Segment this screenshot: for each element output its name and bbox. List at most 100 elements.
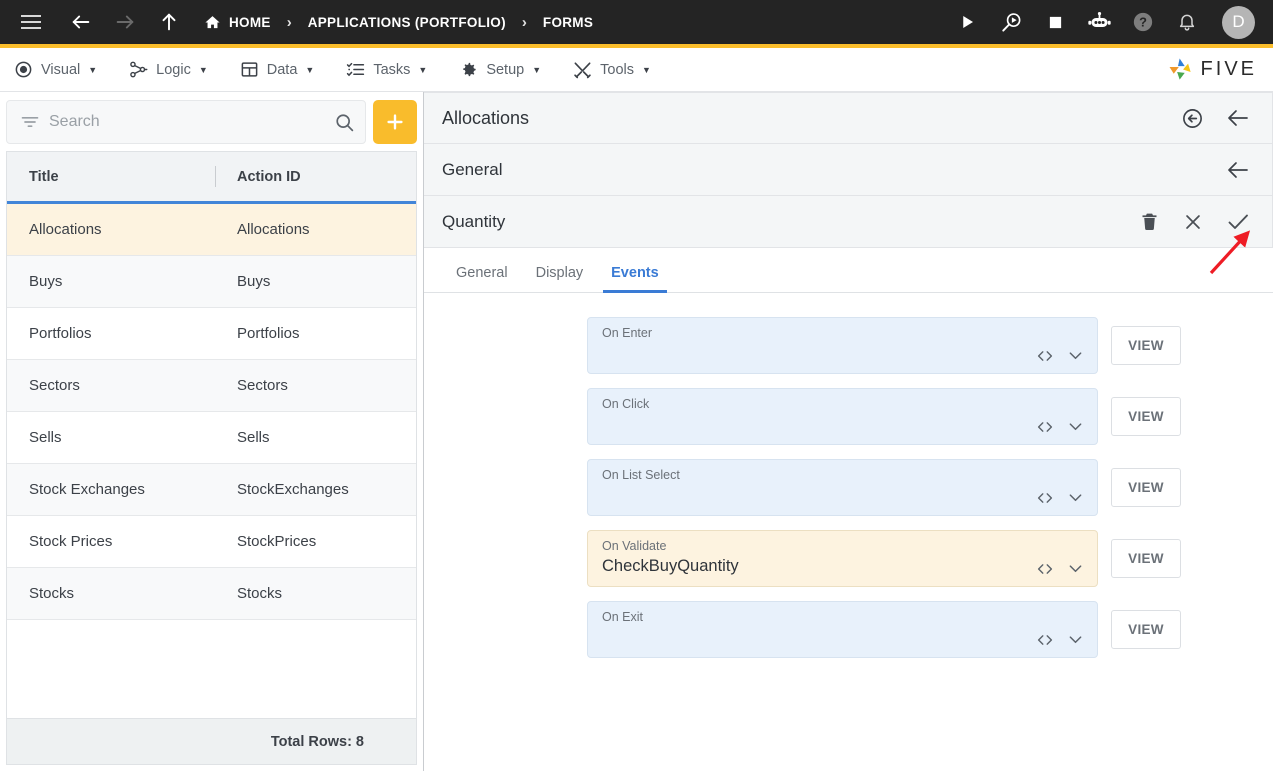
event-field-on-validate[interactable]: On Validate CheckBuyQuantity (587, 530, 1098, 587)
chevron-down-icon[interactable] (1066, 488, 1085, 507)
search-input[interactable] (49, 113, 331, 131)
event-field-icons (1036, 488, 1085, 507)
table-row[interactable]: Portfolios Portfolios (7, 308, 416, 360)
table-row[interactable]: Allocations Allocations (7, 204, 416, 256)
table-header: Title Action ID (7, 152, 416, 204)
event-row: On Validate CheckBuyQuantity VIEW (424, 530, 1273, 587)
section-header-actions (1226, 158, 1250, 182)
event-field-on-enter[interactable]: On Enter (587, 317, 1098, 374)
event-label: On Click (602, 397, 650, 411)
menu-bar: Visual ▼ Logic ▼ Data ▼ Tasks ▼ Setup ▼ … (0, 48, 1273, 92)
forms-list-panel: Title Action ID Allocations Allocations … (0, 92, 424, 771)
cell-title: Stock Exchanges (29, 481, 145, 498)
up-nav-icon[interactable] (154, 7, 184, 37)
cell-action-id: Stocks (237, 585, 283, 602)
event-label: On Validate (602, 539, 667, 553)
event-row: On Enter VIEW (424, 317, 1273, 374)
code-brackets-icon[interactable] (1036, 631, 1054, 649)
chevron-down-icon[interactable] (1066, 630, 1085, 649)
delete-icon[interactable] (1139, 211, 1160, 232)
back-nav-icon[interactable] (66, 7, 96, 37)
menu-visual[interactable]: Visual ▼ (14, 60, 97, 79)
table-row[interactable]: Stock Exchanges StockExchanges (7, 464, 416, 516)
event-field-on-exit[interactable]: On Exit (587, 601, 1098, 658)
section-title: General (442, 159, 503, 179)
event-row: On Click VIEW (424, 388, 1273, 445)
help-icon[interactable]: ? (1130, 9, 1156, 35)
table-row[interactable]: Stocks Stocks (7, 568, 416, 620)
search-box[interactable] (6, 100, 366, 144)
chevron-down-icon[interactable] (1066, 417, 1085, 436)
code-brackets-icon[interactable] (1036, 418, 1054, 436)
menu-label: Data (266, 61, 298, 78)
event-field-icons (1036, 346, 1085, 365)
chatbot-icon[interactable] (1086, 9, 1112, 35)
hamburger-icon[interactable] (18, 9, 44, 35)
chevron-down-icon[interactable] (1066, 559, 1085, 578)
save-icon[interactable] (1226, 210, 1250, 234)
grid-table-icon (240, 60, 259, 79)
revert-icon[interactable] (1181, 107, 1204, 130)
view-button[interactable]: VIEW (1111, 397, 1181, 436)
tab-general[interactable]: General (442, 265, 522, 292)
chevron-down-icon: ▼ (418, 64, 428, 75)
view-button[interactable]: VIEW (1111, 468, 1181, 507)
tab-display[interactable]: Display (522, 265, 598, 292)
gear-icon (459, 60, 478, 79)
header-actions: ? D (954, 5, 1261, 39)
event-row: On List Select VIEW (424, 459, 1273, 516)
total-rows-label: Total Rows: 8 (7, 718, 416, 764)
menu-tasks[interactable]: Tasks ▼ (346, 60, 427, 79)
filter-icon[interactable] (19, 111, 41, 133)
view-button[interactable]: VIEW (1111, 326, 1181, 365)
avatar[interactable]: D (1222, 5, 1255, 39)
event-field-on-click[interactable]: On Click (587, 388, 1098, 445)
event-value: CheckBuyQuantity (602, 557, 739, 575)
notifications-icon[interactable] (1174, 9, 1200, 35)
back-icon[interactable] (1226, 158, 1250, 182)
tab-events[interactable]: Events (597, 265, 673, 293)
table-row[interactable]: Buys Buys (7, 256, 416, 308)
view-button[interactable]: VIEW (1111, 610, 1181, 649)
menu-logic[interactable]: Logic ▼ (129, 60, 208, 79)
chevron-down-icon[interactable] (1066, 346, 1085, 365)
column-divider (215, 166, 216, 187)
five-pinwheel-icon (1167, 56, 1194, 83)
menu-data[interactable]: Data ▼ (240, 60, 314, 79)
table-row[interactable]: Sectors Sectors (7, 360, 416, 412)
search-row (0, 92, 423, 151)
menu-label: Tools (600, 61, 634, 78)
event-row: On Exit VIEW (424, 601, 1273, 658)
column-header-title[interactable]: Title (7, 169, 219, 185)
breadcrumb-separator: › (286, 13, 292, 31)
table-row[interactable]: Stock Prices StockPrices (7, 516, 416, 568)
debug-icon[interactable] (998, 9, 1024, 35)
code-brackets-icon[interactable] (1036, 560, 1054, 578)
search-icon[interactable] (331, 109, 357, 135)
menu-label: Visual (41, 61, 81, 78)
forward-nav-icon[interactable] (110, 7, 140, 37)
table-body: Allocations Allocations Buys Buys Portfo… (7, 204, 416, 718)
run-icon[interactable] (954, 9, 980, 35)
code-brackets-icon[interactable] (1036, 347, 1054, 365)
cell-title: Stocks (29, 585, 75, 602)
breadcrumb-item-forms[interactable]: FORMS (543, 15, 593, 30)
breadcrumb-label: HOME (229, 14, 271, 30)
code-brackets-icon[interactable] (1036, 489, 1054, 507)
event-field-on-list-select[interactable]: On List Select (587, 459, 1098, 516)
menu-setup[interactable]: Setup ▼ (459, 60, 541, 79)
add-form-button[interactable] (373, 100, 417, 144)
cell-action-id: Buys (237, 273, 271, 290)
menu-tools[interactable]: Tools ▼ (573, 60, 651, 79)
close-icon[interactable] (1182, 211, 1204, 233)
top-header: HOME › APPLICATIONS (PORTFOLIO) › FORMS (0, 0, 1273, 44)
breadcrumb-item-applications[interactable]: APPLICATIONS (PORTFOLIO) (308, 15, 506, 30)
column-header-action-id[interactable]: Action ID (219, 169, 416, 185)
back-icon[interactable] (1226, 106, 1250, 130)
stop-icon[interactable] (1042, 9, 1068, 35)
table-row[interactable]: Sells Sells (7, 412, 416, 464)
event-label: On List Select (602, 468, 680, 482)
cell-title: Portfolios (29, 325, 92, 342)
breadcrumb-item-home[interactable]: HOME (204, 14, 271, 31)
view-button[interactable]: VIEW (1111, 539, 1181, 578)
